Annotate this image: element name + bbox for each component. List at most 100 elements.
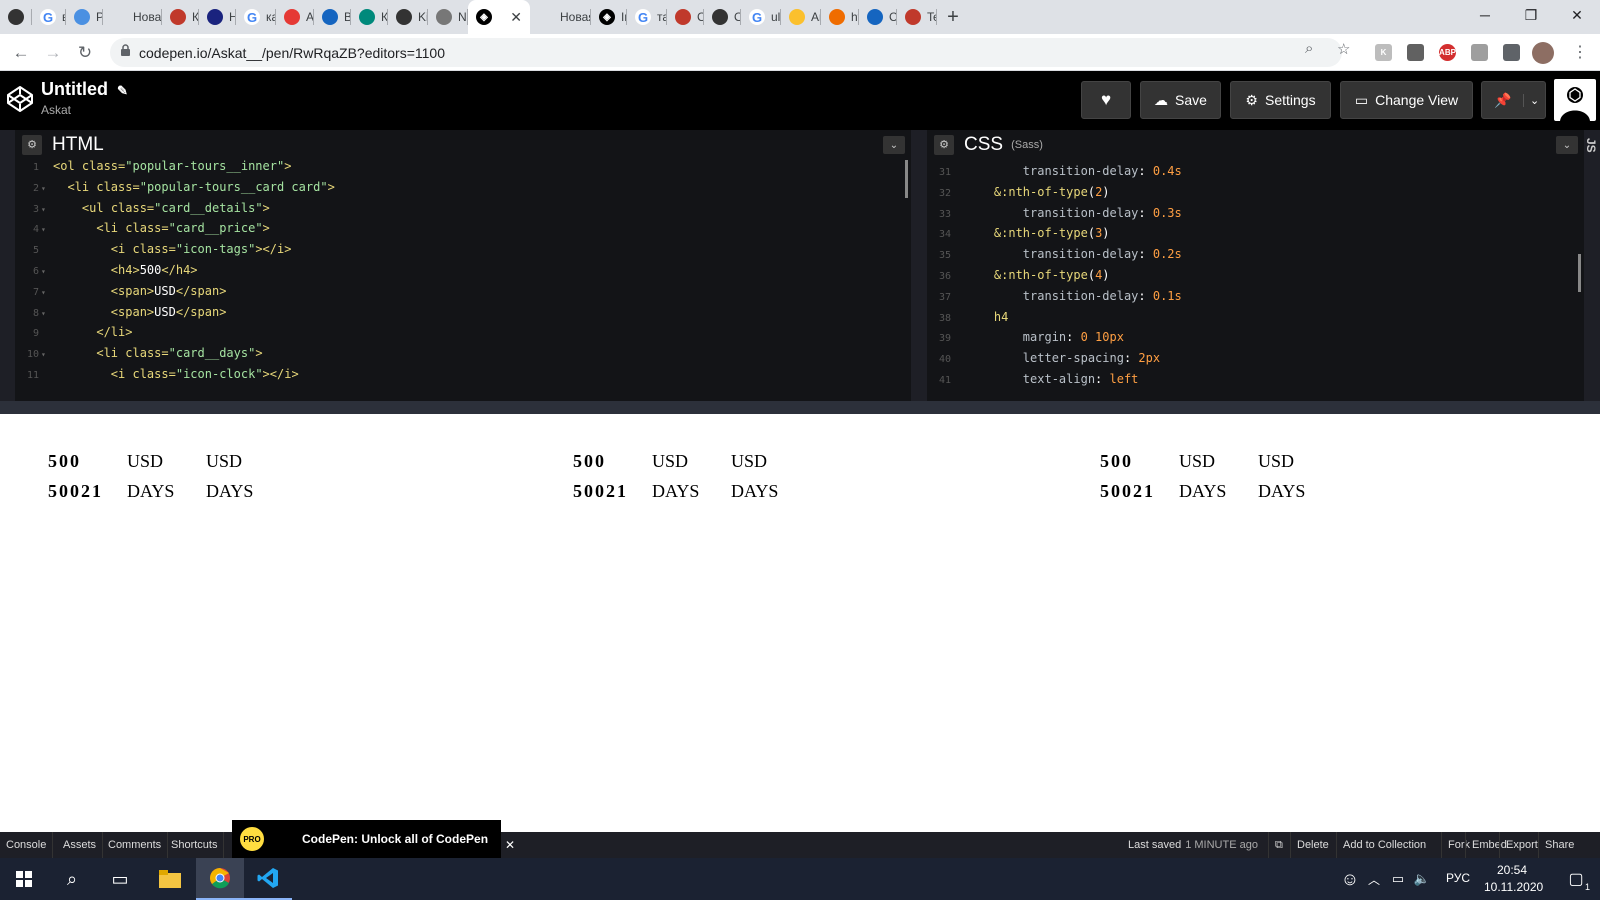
- browser-tab[interactable]: Рас: [66, 0, 103, 34]
- tab-label: Ор: [734, 10, 741, 24]
- browser-tab[interactable]: А С: [276, 0, 314, 34]
- hand-extension-icon[interactable]: [1407, 44, 1424, 61]
- close-window-button[interactable]: ✕: [1554, 0, 1600, 30]
- code-token: transition-delay: [1022, 164, 1139, 178]
- footer-assets-button[interactable]: Assets: [57, 832, 104, 858]
- restore-button[interactable]: ❐: [1508, 0, 1554, 30]
- chevron-down-icon[interactable]: ⌄: [1523, 93, 1545, 107]
- k-extension-icon[interactable]: K: [1375, 44, 1392, 61]
- css-settings-gear-icon[interactable]: ⚙: [934, 134, 954, 155]
- browser-tab[interactable]: Как: [351, 0, 388, 34]
- promo-close-icon[interactable]: ✕: [501, 832, 519, 858]
- browser-tab[interactable]: Kirg: [388, 0, 428, 34]
- html-code-editor[interactable]: 1 <ol class="popular-tours__inner"> 2 ▾ <li…: [15, 157, 908, 389]
- back-arrow-icon[interactable]: ←: [8, 40, 34, 66]
- fold-toggle-icon[interactable]: ▾: [41, 283, 49, 303]
- pro-promo-banner[interactable]: PRO CodePen: Unlock all of CodePen: [232, 820, 501, 858]
- browser-tab[interactable]: ◈Info: [591, 0, 627, 34]
- zoom-icon[interactable]: ⌕: [1305, 40, 1313, 57]
- browser-tab[interactable]: Новая в: [530, 0, 591, 34]
- line-number: 40: [938, 354, 951, 366]
- forward-arrow-icon[interactable]: →: [40, 40, 66, 66]
- fold-toggle-icon[interactable]: ▾: [41, 345, 49, 365]
- editor-splitter[interactable]: [911, 130, 927, 401]
- save-button[interactable]: ☁ Save: [1140, 81, 1221, 119]
- preview-resize-bar[interactable]: [0, 401, 1600, 414]
- footer-comments-button[interactable]: Comments: [102, 832, 169, 858]
- browser-tab[interactable]: HTI: [199, 0, 236, 34]
- file-explorer-icon[interactable]: [146, 858, 194, 900]
- footer-shortcuts-button[interactable]: Shortcuts: [165, 832, 225, 858]
- input-language[interactable]: РУС: [1446, 871, 1470, 885]
- browser-tab[interactable]: Gвсе: [32, 0, 66, 34]
- browser-tab[interactable]: ◈ ✕: [468, 0, 530, 34]
- browser-tab[interactable]: An: [781, 0, 821, 34]
- browser-tab[interactable]: CRE: [859, 0, 897, 34]
- tray-chevron-up-icon[interactable]: ︿: [1362, 858, 1386, 900]
- clock[interactable]: 20:54 10.11.2020: [1484, 862, 1543, 896]
- pin-button[interactable]: 📌 ⌄: [1481, 81, 1546, 119]
- address-bar[interactable]: codepen.io/Askat__/pen/RwRqaZB?editors=1…: [110, 38, 1342, 67]
- footer-console-button[interactable]: Console: [0, 832, 54, 858]
- css-code-editor[interactable]: 31 transition-delay: 0.4s 32 &:nth-of-typ…: [927, 162, 1582, 394]
- puzzle-extension-icon[interactable]: [1503, 44, 1520, 61]
- fold-toggle-icon[interactable]: ▾: [41, 262, 49, 282]
- page-extension-icon[interactable]: [1471, 44, 1488, 61]
- change-view-button[interactable]: ▭ Change View: [1340, 81, 1473, 119]
- network-icon[interactable]: ▭: [1386, 858, 1410, 900]
- code-line: 34 &:nth-of-type(3): [927, 224, 1582, 245]
- settings-button[interactable]: ⚙ Settings: [1230, 81, 1331, 119]
- pen-author[interactable]: Askat: [41, 103, 71, 117]
- footer-delete-button[interactable]: Delete: [1290, 832, 1335, 858]
- notification-icon[interactable]: ▢ 1: [1552, 858, 1600, 900]
- browser-tab[interactable]: Ор: [704, 0, 741, 34]
- css-editor-dropdown-chevron-icon[interactable]: ⌄: [1556, 136, 1578, 154]
- fold-toggle-icon[interactable]: ▾: [41, 200, 49, 220]
- task-view-icon[interactable]: ▭: [96, 858, 144, 900]
- adblock-icon[interactable]: ABP: [1439, 44, 1456, 61]
- browser-tab[interactable]: Как: [162, 0, 199, 34]
- fold-toggle-icon[interactable]: ▾: [41, 220, 49, 240]
- card-days-unit: DAYS: [1179, 480, 1227, 501]
- fold-toggle-icon[interactable]: ▾: [41, 179, 49, 199]
- codepen-logo-icon[interactable]: [6, 85, 34, 118]
- fold-toggle-icon[interactable]: ▾: [41, 387, 49, 389]
- browser-tab[interactable]: Gul li: [741, 0, 781, 34]
- html-settings-gear-icon[interactable]: ⚙: [22, 134, 42, 155]
- browser-tab[interactable]: CSS: [667, 0, 704, 34]
- css-editor-scrollbar[interactable]: [1578, 254, 1581, 292]
- windows-start-icon[interactable]: [0, 858, 48, 900]
- js-editor-collapsed[interactable]: JS: [1584, 130, 1600, 401]
- user-avatar[interactable]: [1554, 79, 1596, 121]
- reload-icon[interactable]: ↻: [72, 40, 98, 66]
- minimize-button[interactable]: ─: [1462, 0, 1508, 30]
- html-editor-scrollbar[interactable]: [905, 160, 908, 198]
- browser-tab[interactable]: Новая в: [103, 0, 162, 34]
- browser-tab[interactable]: Nor: [0, 0, 32, 34]
- pen-title[interactable]: Untitled ✎: [41, 79, 128, 100]
- vscode-taskbar-icon[interactable]: [244, 858, 292, 900]
- chrome-taskbar-icon[interactable]: [196, 858, 244, 900]
- love-button[interactable]: ♥: [1081, 81, 1131, 119]
- footer-add-to-collection-button[interactable]: Add to Collection: [1336, 832, 1432, 858]
- html-editor-dropdown-chevron-icon[interactable]: ⌄: [883, 136, 905, 154]
- footer-share-button[interactable]: Share: [1538, 832, 1580, 858]
- browser-tab[interactable]: Ter: [897, 0, 937, 34]
- browser-tab[interactable]: Gтаб: [627, 0, 667, 34]
- profile-avatar[interactable]: [1532, 42, 1554, 64]
- browser-tab[interactable]: htm: [821, 0, 859, 34]
- external-link-icon[interactable]: ⧉: [1268, 832, 1289, 858]
- search-icon[interactable]: ⌕: [48, 858, 96, 900]
- html-editor-resize[interactable]: [0, 130, 15, 401]
- browser-tab[interactable]: Not: [428, 0, 468, 34]
- new-tab-button[interactable]: +: [937, 0, 969, 34]
- pin-icon: 📌: [1493, 91, 1512, 108]
- tab-close-icon[interactable]: ✕: [510, 9, 522, 26]
- browser-tab[interactable]: Вы: [314, 0, 351, 34]
- edit-pencil-icon[interactable]: ✎: [117, 83, 128, 98]
- fold-toggle-icon[interactable]: ▾: [41, 304, 49, 324]
- chrome-menu-icon[interactable]: ⋮: [1572, 42, 1588, 62]
- volume-icon[interactable]: 🔈: [1410, 858, 1434, 900]
- browser-tab[interactable]: Gкак: [236, 0, 276, 34]
- bookmark-star-icon[interactable]: ☆: [1337, 40, 1350, 58]
